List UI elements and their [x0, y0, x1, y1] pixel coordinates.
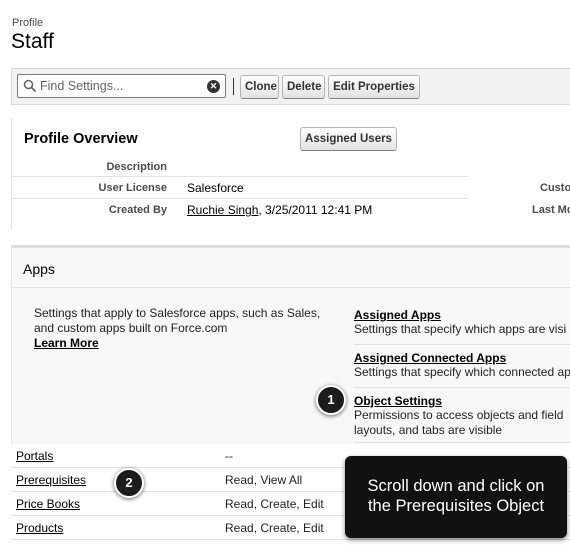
object-permissions: -- — [225, 449, 233, 463]
created-by-user-link[interactable]: Ruchie Singh — [187, 203, 258, 217]
callout-line-1: Scroll down and click on — [367, 477, 545, 495]
object-permissions: Read, Create, Edit — [225, 497, 324, 511]
profile-overview-section: Profile Overview Assigned Users Descript… — [11, 118, 570, 230]
custom-label: Custo — [540, 182, 570, 194]
instruction-callout: Scroll down and click on the Prerequisit… — [345, 456, 567, 538]
callout-line-2: the Prerequisites Object — [367, 497, 545, 515]
app-divider — [354, 442, 570, 443]
apps-description-text: Settings that apply to Salesforce apps, … — [34, 306, 321, 335]
page-title: Staff — [11, 30, 54, 53]
row-divider — [12, 198, 468, 199]
clear-search-icon[interactable]: ✕ — [207, 80, 220, 93]
apps-section: Apps Settings that apply to Salesforce a… — [11, 245, 570, 455]
user-license-value: Salesforce — [187, 181, 244, 195]
step-marker-2: 2 — [114, 468, 144, 498]
last-modified-label: Last Mo — [532, 204, 570, 216]
object-link-portals[interactable]: Portals — [16, 449, 53, 463]
app-divider — [354, 387, 570, 388]
assigned-apps-link[interactable]: Assigned Apps — [354, 308, 441, 322]
object-permissions: Read, View All — [225, 473, 303, 487]
profile-overview-title: Profile Overview — [24, 131, 138, 147]
object-settings-desc-2: layouts, and tabs are visible — [354, 423, 503, 437]
assigned-connected-apps-link[interactable]: Assigned Connected Apps — [354, 351, 506, 365]
search-input[interactable] — [40, 77, 200, 95]
toolbar-divider — [233, 78, 234, 95]
apps-header: Apps — [12, 248, 570, 288]
search-box[interactable]: ✕ — [17, 74, 226, 98]
created-by-value: Ruchie Singh, 3/25/2011 12:41 PM — [187, 203, 372, 217]
step-marker-1: 1 — [316, 385, 346, 415]
created-by-date: , 3/25/2011 12:41 PM — [258, 203, 373, 217]
assigned-users-button[interactable]: Assigned Users — [300, 127, 397, 151]
user-license-label: User License — [98, 182, 167, 194]
breadcrumb: Profile — [12, 17, 44, 29]
apps-description: Settings that apply to Salesforce apps, … — [34, 306, 334, 351]
object-settings-link[interactable]: Object Settings — [354, 394, 442, 408]
edit-properties-button[interactable]: Edit Properties — [328, 75, 420, 99]
app-divider — [354, 344, 570, 345]
toolbar: ✕ Clone Delete Edit Properties — [11, 68, 570, 105]
clone-button[interactable]: Clone — [240, 75, 279, 99]
description-label: Description — [106, 161, 167, 173]
object-permissions: Read, Create, Edit — [225, 521, 324, 535]
apps-title: Apps — [23, 261, 55, 277]
delete-button[interactable]: Delete — [282, 75, 325, 99]
assigned-apps-desc: Settings that specify which apps are vis… — [354, 322, 567, 336]
object-settings-desc: Permissions to access objects and field — [354, 408, 564, 422]
search-icon — [23, 79, 37, 93]
learn-more-link[interactable]: Learn More — [34, 336, 99, 350]
object-link-products[interactable]: Products — [16, 521, 63, 535]
object-link-price-books[interactable]: Price Books — [16, 497, 80, 511]
assigned-connected-apps-desc: Settings that specify which connected ap — [354, 365, 570, 379]
object-link-prerequisites[interactable]: Prerequisites — [16, 473, 86, 487]
created-by-label: Created By — [108, 204, 167, 216]
row-divider — [12, 176, 468, 177]
